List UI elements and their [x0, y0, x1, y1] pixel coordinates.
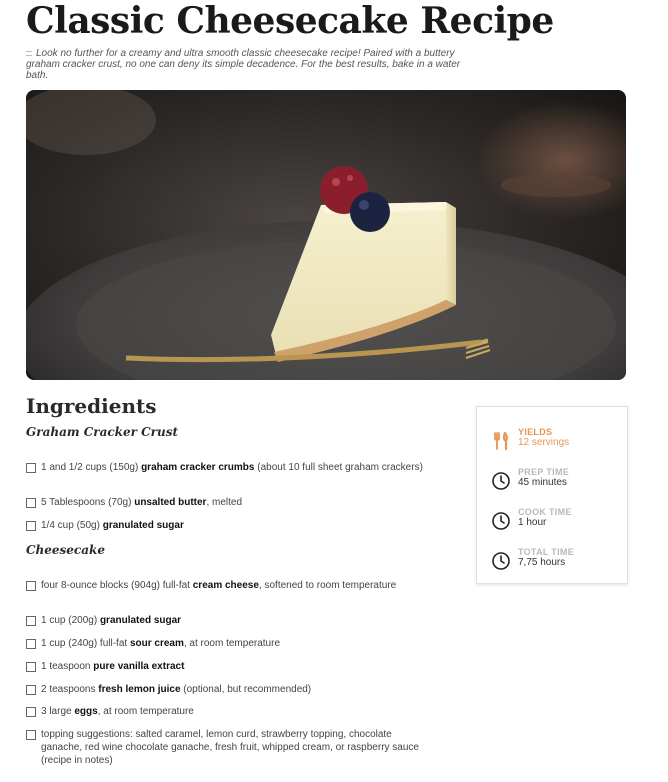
ingredient-checkbox[interactable]	[26, 662, 36, 672]
recipe-intro-text: Look no further for a creamy and ultra s…	[26, 48, 461, 81]
ingredient-text: 2 teaspoons fresh lemon juice (optional,…	[41, 684, 312, 695]
stat-value: 45 minutes	[518, 477, 567, 488]
clock-icon	[491, 551, 511, 571]
ingredient-item[interactable]: 1 cup (240g) full-fat sour cream, at roo…	[26, 637, 426, 650]
ingredient-item[interactable]: 2 teaspoons fresh lemon juice (optional,…	[26, 683, 426, 696]
section-title-crust: Graham Cracker Crust	[26, 425, 179, 439]
ingredient-text: 5 Tablespoons (70g) unsalted butter, mel…	[41, 497, 243, 508]
recipe-details-card: YIELDS 12 servings PREP TIME 45 minutes …	[476, 406, 628, 584]
stat-label: YIELDS	[518, 427, 553, 437]
ingredient-item[interactable]: 1/4 cup (50g) granulated sugar	[26, 519, 426, 532]
ingredient-item[interactable]: topping suggestions: salted caramel, lem…	[26, 728, 426, 767]
stat-prep-time: PREP TIME 45 minutes	[491, 467, 621, 501]
ingredient-item[interactable]: 1 teaspoon pure vanilla extract	[26, 660, 426, 673]
recipe-intro: Look no further for a creamy and ultra s…	[26, 48, 476, 81]
stat-label: TOTAL TIME	[518, 547, 574, 557]
stat-label: PREP TIME	[518, 467, 570, 477]
ingredient-text: topping suggestions: salted caramel, lem…	[41, 729, 419, 766]
ingredient-checkbox[interactable]	[26, 581, 36, 591]
stat-yields: YIELDS 12 servings	[491, 427, 621, 461]
ingredient-item[interactable]: four 8-ounce blocks (904g) full-fat crea…	[26, 579, 426, 592]
ingredient-checkbox[interactable]	[26, 498, 36, 508]
ingredient-item[interactable]: 5 Tablespoons (70g) unsalted butter, mel…	[26, 496, 426, 509]
ingredient-checkbox[interactable]	[26, 730, 36, 740]
clock-icon	[491, 471, 511, 491]
ingredient-checkbox[interactable]	[26, 639, 36, 649]
stat-value: 7,75 hours	[518, 557, 566, 568]
ingredient-item[interactable]: 3 large eggs, at room temperature	[26, 705, 426, 718]
ingredients-heading: Ingredients	[26, 394, 157, 418]
ingredient-checkbox[interactable]	[26, 616, 36, 626]
ingredient-checkbox[interactable]	[26, 707, 36, 717]
stat-total-time: TOTAL TIME 7,75 hours	[491, 547, 621, 581]
ingredient-text: 1 teaspoon pure vanilla extract	[41, 661, 185, 672]
stat-value: 12 servings	[518, 437, 570, 448]
section-title-cheesecake: Cheesecake	[26, 543, 105, 557]
ingredient-item[interactable]: 1 cup (200g) granulated sugar	[26, 614, 426, 627]
ingredient-checkbox[interactable]	[26, 685, 36, 695]
stat-label: COOK TIME	[518, 507, 572, 517]
ingredient-text: 1 and 1/2 cups (150g) graham cracker cru…	[41, 462, 423, 473]
ingredient-text: four 8-ounce blocks (904g) full-fat crea…	[41, 580, 397, 591]
ingredient-text: 1 cup (200g) granulated sugar	[41, 615, 182, 626]
stat-cook-time: COOK TIME 1 hour	[491, 507, 621, 541]
stat-value: 1 hour	[518, 517, 547, 528]
quote-mark-icon	[26, 50, 32, 56]
ingredient-text: 3 large eggs, at room temperature	[41, 706, 194, 717]
ingredient-text: 1/4 cup (50g) granulated sugar	[41, 520, 184, 531]
ingredient-checkbox[interactable]	[26, 463, 36, 473]
fork-knife-icon	[491, 431, 511, 451]
ingredient-checkbox[interactable]	[26, 521, 36, 531]
ingredient-text: 1 cup (240g) full-fat sour cream, at roo…	[41, 638, 281, 649]
clock-icon	[491, 511, 511, 531]
recipe-title: Classic Cheesecake Recipe	[26, 0, 554, 42]
ingredient-item[interactable]: 1 and 1/2 cups (150g) graham cracker cru…	[26, 461, 426, 474]
cheesecake-photo	[26, 90, 626, 380]
